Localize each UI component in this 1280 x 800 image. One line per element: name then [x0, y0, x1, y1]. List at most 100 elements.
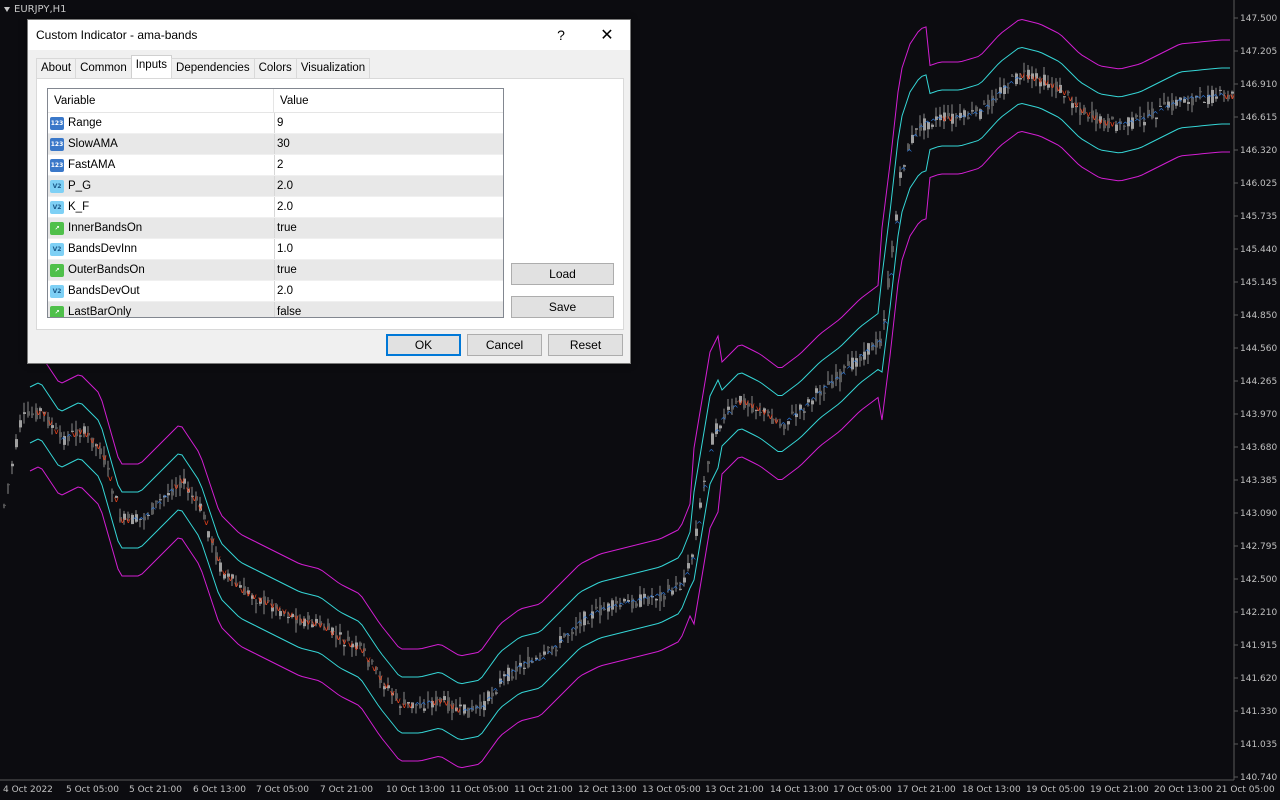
time-label: 17 Oct 05:00: [833, 785, 892, 795]
candle-body: [707, 461, 710, 465]
variable-cell: V2 BandsDevOut: [48, 281, 275, 301]
ama-up-arrow: ^: [486, 696, 493, 705]
ama-down-arrow: v: [1074, 100, 1079, 109]
ama-down-arrow: v: [450, 702, 455, 711]
price-label: 146.615: [1240, 113, 1277, 123]
price-label: 145.440: [1240, 245, 1277, 255]
price-label: 144.560: [1240, 344, 1277, 354]
variable-name: SlowAMA: [68, 138, 118, 150]
input-row-p_g[interactable]: V2 P_G 2.0: [48, 176, 503, 197]
input-row-fastama[interactable]: 123 FastAMA 2: [48, 155, 503, 176]
candle-body: [27, 411, 30, 416]
chevron-down-icon[interactable]: [4, 6, 10, 12]
input-row-k_f[interactable]: V2 K_F 2.0: [48, 197, 503, 218]
ok-button[interactable]: OK: [386, 334, 461, 356]
ama-down-arrow: v: [1224, 92, 1229, 101]
candle-body: [31, 413, 34, 416]
ama-down-arrow: v: [324, 624, 329, 633]
input-row-innerbandson[interactable]: ↗ InnerBandsOn true: [48, 218, 503, 239]
time-label: 6 Oct 13:00: [193, 785, 246, 795]
ama-down-arrow: v: [270, 601, 275, 610]
input-row-lastbaronly[interactable]: ↗ LastBarOnly false: [48, 302, 503, 317]
time-label: 11 Oct 05:00: [450, 785, 509, 795]
ama-down-arrow: v: [90, 436, 95, 445]
ama-down-arrow: v: [300, 616, 305, 625]
ama-down-arrow: v: [1230, 92, 1235, 101]
ama-down-arrow: v: [1026, 73, 1031, 82]
variable-value[interactable]: 2.0: [275, 201, 293, 213]
save-button[interactable]: Save: [511, 296, 614, 318]
integer-type-icon: 123: [50, 116, 64, 130]
ama-up-arrow: ^: [912, 133, 919, 142]
reset-button[interactable]: Reset: [548, 334, 623, 356]
dialog-title-bar: Custom Indicator - ama-bands ? ✕: [28, 20, 630, 50]
ama-down-arrow: v: [276, 604, 281, 613]
variable-value[interactable]: 2.0: [275, 180, 293, 192]
tab-visualization[interactable]: Visualization: [295, 58, 371, 79]
price-label: 140.740: [1240, 773, 1277, 783]
ama-down-arrow: v: [1086, 110, 1091, 119]
ama-up-arrow: ^: [900, 166, 907, 175]
ama-down-arrow: v: [1080, 106, 1085, 115]
ama-down-arrow: v: [1038, 76, 1043, 85]
input-row-bandsdevinn[interactable]: V2 BandsDevInn 1.0: [48, 239, 503, 260]
price-label: 146.320: [1240, 146, 1277, 156]
inputs-grid: Variable Value 123 Range 9 123 SlowAMA 30 123 F…: [47, 88, 504, 318]
variable-name: InnerBandsOn: [68, 222, 143, 234]
variable-value[interactable]: true: [275, 222, 297, 234]
boolean-type-icon: ↗: [50, 305, 64, 317]
time-label: 20 Oct 13:00: [1154, 785, 1213, 795]
tab-about[interactable]: About: [36, 58, 77, 79]
variable-value[interactable]: 2.0: [275, 285, 293, 297]
ama-down-arrow: v: [192, 494, 197, 503]
input-row-bandsdevout[interactable]: V2 BandsDevOut 2.0: [48, 281, 503, 302]
close-icon[interactable]: ✕: [584, 25, 630, 45]
variable-value[interactable]: 9: [275, 117, 283, 129]
tab-dependencies[interactable]: Dependencies: [171, 58, 255, 79]
ama-down-arrow: v: [360, 646, 365, 655]
time-label: 19 Oct 05:00: [1026, 785, 1085, 795]
candle-body: [107, 467, 110, 470]
ama-down-arrow: v: [348, 640, 353, 649]
help-button[interactable]: ?: [538, 27, 584, 43]
load-button[interactable]: Load: [511, 263, 614, 285]
tab-colors[interactable]: Colors: [253, 58, 297, 79]
time-label: 13 Oct 21:00: [705, 785, 764, 795]
ama-down-arrow: v: [318, 621, 323, 630]
price-label: 143.090: [1240, 509, 1277, 519]
column-header-variable[interactable]: Variable: [48, 89, 274, 112]
boolean-type-icon: ↗: [50, 221, 64, 235]
tab-common[interactable]: Common: [75, 58, 132, 79]
ama-down-arrow: v: [1020, 71, 1025, 80]
input-row-range[interactable]: 123 Range 9: [48, 113, 503, 134]
ama-down-arrow: v: [288, 610, 293, 619]
time-label: 5 Oct 21:00: [129, 785, 182, 795]
variable-cell: ↗ InnerBandsOn: [48, 218, 275, 238]
variable-value[interactable]: 1.0: [275, 243, 293, 255]
tab-inputs[interactable]: Inputs: [130, 55, 173, 79]
variable-value[interactable]: 30: [275, 138, 290, 150]
cancel-button[interactable]: Cancel: [467, 334, 542, 356]
ama-down-arrow: v: [264, 598, 269, 607]
input-row-slowama[interactable]: 123 SlowAMA 30: [48, 134, 503, 155]
ama-down-arrow: v: [36, 408, 41, 417]
ama-down-arrow: v: [408, 701, 413, 710]
candle-body: [699, 502, 702, 508]
candle-body: [111, 490, 114, 494]
candle-body: [1067, 91, 1070, 94]
price-label: 141.620: [1240, 674, 1277, 684]
ama-up-arrow: ^: [906, 148, 913, 157]
ama-down-arrow: v: [738, 398, 743, 407]
ama-down-arrow: v: [114, 495, 119, 504]
column-header-value[interactable]: Value: [274, 89, 309, 112]
variable-value[interactable]: true: [275, 264, 297, 276]
variable-value[interactable]: false: [275, 306, 301, 317]
input-row-outerbandson[interactable]: ↗ OuterBandsOn true: [48, 260, 503, 281]
price-label: 143.385: [1240, 476, 1277, 486]
ama-down-arrow: v: [204, 518, 209, 527]
ama-up-arrow: ^: [708, 448, 715, 457]
variable-value[interactable]: 2: [275, 159, 283, 171]
ama-up-arrow: ^: [702, 484, 709, 493]
ama-down-arrow: v: [948, 114, 953, 123]
ama-down-arrow: v: [330, 629, 335, 638]
